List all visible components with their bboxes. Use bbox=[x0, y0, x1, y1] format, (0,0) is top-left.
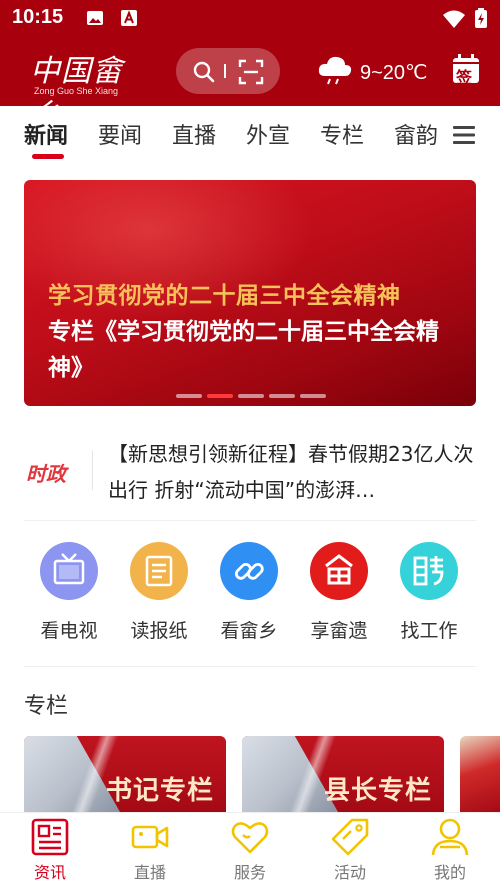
service-label: 读报纸 bbox=[130, 620, 188, 642]
column-card-label: 书记专栏 bbox=[105, 776, 214, 806]
nav-live[interactable]: 直播 bbox=[100, 813, 200, 888]
headline-ticker[interactable]: 时政 【新思想引领新征程】春节假期23亿人次出行 折射“流动中国”的澎湃… bbox=[0, 424, 500, 520]
banner-title: 专栏《学习贯彻党的二十届三中全会精神》 bbox=[48, 319, 439, 381]
heart-icon bbox=[230, 817, 270, 857]
ticker-headline[interactable]: 【新思想引领新征程】春节假期23亿人次出行 折射“流动中国”的澎湃… bbox=[108, 436, 480, 508]
nav-label: 活动 bbox=[333, 863, 366, 882]
nav-label: 资讯 bbox=[33, 863, 66, 882]
tab-headlines[interactable]: 要闻 bbox=[98, 118, 142, 150]
service-heritage[interactable]: 享畲遗 bbox=[298, 540, 378, 646]
nav-label: 我的 bbox=[433, 863, 466, 882]
heritage-icon bbox=[310, 542, 368, 600]
service-label: 找工作 bbox=[400, 620, 458, 642]
carousel-dot-active bbox=[207, 394, 233, 398]
user-icon bbox=[430, 817, 470, 857]
bottom-navigation: 资讯 直播 服务 活动 我的 bbox=[0, 812, 500, 888]
tab-she-culture[interactable]: 畲韵 bbox=[394, 118, 438, 150]
image-notification-icon bbox=[86, 9, 104, 31]
app-header: 中国畲乡 Zong Guo She Xiang 9~20℃ 签 bbox=[0, 36, 500, 133]
recruit-icon bbox=[400, 542, 458, 600]
weather-widget[interactable]: 9~20℃ bbox=[316, 52, 428, 92]
banner-heading: 学习贯彻党的二十届三中全会精神 bbox=[48, 283, 401, 309]
divider bbox=[24, 666, 476, 667]
service-label: 看畲乡 bbox=[220, 620, 278, 642]
app-logo: 中国畲乡 Zong Guo She Xiang bbox=[28, 46, 138, 133]
search-bar[interactable] bbox=[176, 48, 280, 94]
service-label: 看电视 bbox=[40, 620, 98, 642]
carousel-dot bbox=[269, 394, 295, 398]
column-card-secretary[interactable]: 书记专栏 bbox=[24, 736, 226, 812]
status-bar: 10:15 bbox=[0, 0, 500, 36]
sign-in-label: 签 bbox=[456, 68, 473, 87]
quick-services: 看电视 读报纸 看畲乡 享畲遗 找工作 bbox=[0, 540, 500, 650]
tv-icon bbox=[40, 542, 98, 600]
video-camera-icon bbox=[130, 817, 170, 857]
search-cursor bbox=[224, 64, 226, 78]
tag-icon bbox=[330, 817, 370, 857]
carousel-indicators bbox=[176, 394, 326, 398]
column-card-county-head[interactable]: 县长专栏 bbox=[242, 736, 444, 812]
nav-services[interactable]: 服务 bbox=[200, 813, 300, 888]
logo-subtitle: Zong Guo She Xiang bbox=[34, 86, 119, 96]
nav-label: 直播 bbox=[133, 863, 166, 882]
tab-external[interactable]: 外宣 bbox=[246, 118, 290, 150]
search-icon[interactable] bbox=[192, 60, 216, 88]
carousel-dot bbox=[238, 394, 264, 398]
carousel-dot bbox=[176, 394, 202, 398]
service-read-newspaper[interactable]: 读报纸 bbox=[118, 540, 198, 646]
nav-label: 服务 bbox=[233, 863, 266, 882]
service-watch-tv[interactable]: 看电视 bbox=[28, 540, 108, 646]
column-card-partial[interactable] bbox=[460, 736, 500, 812]
link-icon bbox=[220, 542, 278, 600]
newspaper-icon bbox=[130, 542, 188, 600]
channel-tabs: 新闻 要闻 直播 外宣 专栏 畲韵 bbox=[0, 106, 500, 166]
news-icon bbox=[30, 817, 70, 857]
active-tab-indicator bbox=[32, 154, 64, 159]
banner-carousel[interactable]: 学习贯彻党的二十届三中全会精神 专栏《学习贯彻党的二十届三中全会精神》 bbox=[24, 180, 476, 406]
columns-section-title: 专栏 bbox=[24, 694, 69, 719]
menu-icon[interactable] bbox=[452, 124, 476, 146]
sign-in-button[interactable]: 签 bbox=[451, 53, 481, 87]
column-card-label: 县长专栏 bbox=[323, 776, 432, 806]
scan-icon[interactable] bbox=[238, 59, 264, 89]
nav-profile[interactable]: 我的 bbox=[400, 813, 500, 888]
wifi-icon bbox=[442, 9, 466, 33]
ticker-tag: 时政 bbox=[26, 462, 66, 486]
nav-activities[interactable]: 活动 bbox=[300, 813, 400, 888]
divider bbox=[24, 520, 476, 521]
weather-temperature: 9~20℃ bbox=[360, 61, 428, 84]
service-label: 享畲遗 bbox=[310, 620, 368, 642]
carousel-dot bbox=[300, 394, 326, 398]
tab-columns[interactable]: 专栏 bbox=[320, 118, 364, 150]
battery-charging-icon bbox=[474, 7, 488, 33]
service-find-job[interactable]: 找工作 bbox=[388, 540, 468, 646]
app-notification-icon bbox=[120, 9, 138, 31]
tab-news[interactable]: 新闻 bbox=[24, 118, 68, 150]
nav-news[interactable]: 资讯 bbox=[0, 813, 100, 888]
ticker-divider bbox=[92, 450, 93, 490]
service-view-she-village[interactable]: 看畲乡 bbox=[208, 540, 288, 646]
cloud-rain-icon bbox=[316, 54, 354, 90]
status-time: 10:15 bbox=[12, 6, 64, 28]
tab-live[interactable]: 直播 bbox=[172, 118, 216, 150]
